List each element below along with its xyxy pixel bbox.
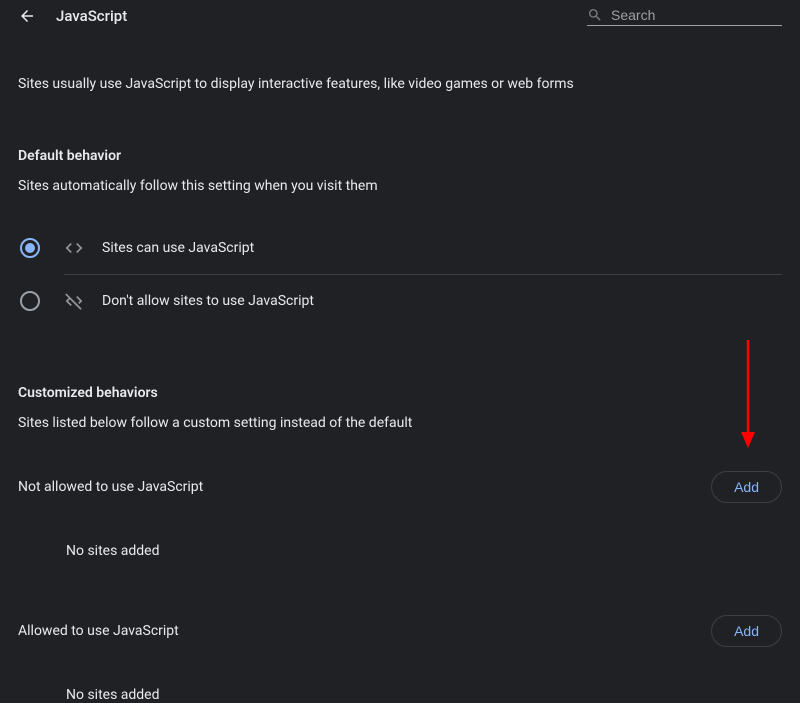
not-allowed-section: Not allowed to use JavaScript Add No sit… bbox=[18, 471, 782, 559]
not-allowed-title: Not allowed to use JavaScript bbox=[18, 479, 203, 495]
allowed-row: Allowed to use JavaScript Add bbox=[18, 615, 782, 647]
not-allowed-empty: No sites added bbox=[18, 543, 782, 559]
radio-label: Don't allow sites to use JavaScript bbox=[102, 293, 314, 309]
radio-label: Sites can use JavaScript bbox=[102, 240, 254, 256]
header-left: JavaScript bbox=[18, 7, 127, 25]
allowed-title: Allowed to use JavaScript bbox=[18, 623, 179, 639]
radio-button-selected bbox=[20, 238, 40, 258]
code-icon bbox=[64, 238, 84, 258]
page-header: JavaScript bbox=[0, 0, 800, 32]
radio-content: Sites can use JavaScript bbox=[64, 238, 254, 258]
customized-heading: Customized behaviors bbox=[18, 385, 782, 401]
page-title: JavaScript bbox=[56, 7, 127, 25]
allowed-section: Allowed to use JavaScript Add No sites a… bbox=[18, 615, 782, 703]
add-not-allowed-button[interactable]: Add bbox=[711, 471, 782, 503]
radio-content: Don't allow sites to use JavaScript bbox=[64, 291, 314, 311]
code-off-icon bbox=[64, 291, 84, 311]
add-allowed-button[interactable]: Add bbox=[711, 615, 782, 647]
search-input[interactable] bbox=[611, 7, 792, 23]
back-arrow-icon[interactable] bbox=[18, 7, 36, 25]
radio-option-block[interactable]: Don't allow sites to use JavaScript bbox=[20, 275, 782, 327]
radio-button-unselected bbox=[20, 291, 40, 311]
allowed-empty: No sites added bbox=[18, 687, 782, 703]
search-icon bbox=[587, 7, 603, 23]
default-behavior-radio-group: Sites can use JavaScript Don't allow sit… bbox=[18, 222, 782, 327]
default-behavior-heading: Default behavior bbox=[18, 148, 782, 164]
content-area: Sites usually use JavaScript to display … bbox=[0, 32, 800, 703]
customized-subtext: Sites listed below follow a custom setti… bbox=[18, 415, 782, 431]
radio-option-allow[interactable]: Sites can use JavaScript bbox=[20, 222, 782, 274]
not-allowed-row: Not allowed to use JavaScript Add bbox=[18, 471, 782, 503]
search-container[interactable] bbox=[587, 7, 782, 26]
default-behavior-subtext: Sites automatically follow this setting … bbox=[18, 178, 782, 194]
customized-section: Customized behaviors Sites listed below … bbox=[18, 385, 782, 703]
page-description: Sites usually use JavaScript to display … bbox=[18, 76, 782, 92]
